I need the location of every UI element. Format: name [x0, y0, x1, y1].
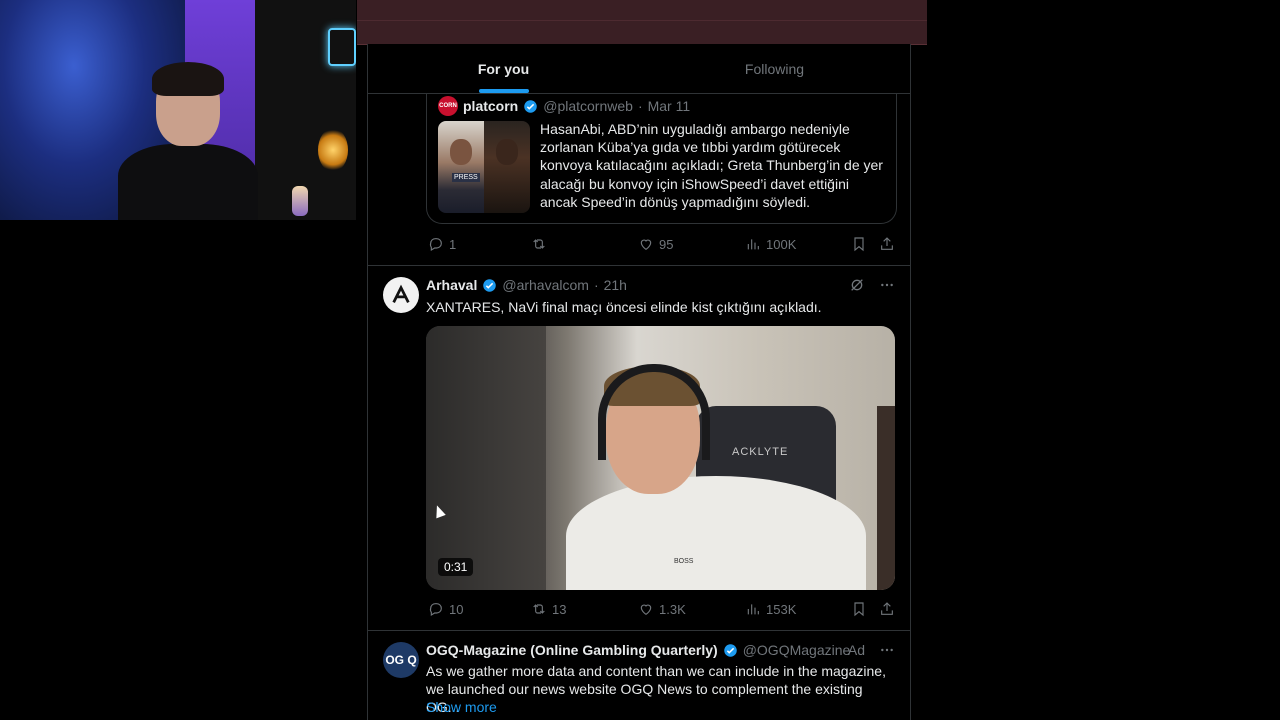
reply-count: 10	[449, 601, 464, 617]
more-options-icon[interactable]	[879, 642, 895, 658]
verified-badge-icon	[524, 99, 537, 113]
reply-icon	[429, 238, 442, 252]
arhaval-logo-icon	[392, 284, 410, 303]
tweet-header-actions	[849, 277, 895, 293]
like-button[interactable]: 95	[638, 236, 673, 252]
webcam-lamp	[318, 128, 348, 172]
like-button[interactable]: 1.3K	[638, 601, 686, 617]
avatar[interactable]: OG Q	[383, 642, 419, 678]
show-more-link[interactable]: Show more	[426, 699, 497, 715]
tab-for-you[interactable]: For you	[368, 44, 639, 93]
tweet-quote-platcorn[interactable]: CORN platcorn @platcornweb · Mar 11 PRES…	[368, 93, 910, 266]
tweet-actions: 10 13 1.3K 153K	[426, 601, 895, 621]
view-count: 153K	[766, 601, 797, 617]
repost-count: 13	[552, 601, 567, 617]
author-name[interactable]: OGQ-Magazine (Online Gambling Quarterly)	[426, 642, 718, 658]
repost-icon	[533, 604, 545, 614]
tweet-actions: 1 95 100K	[426, 236, 895, 256]
avatar[interactable]: CORN	[438, 96, 458, 116]
bookmark-button[interactable]	[851, 601, 867, 617]
tweet-header-actions: Ad	[848, 642, 895, 658]
verified-badge-icon	[723, 643, 737, 657]
timeline-tabs: For you Following	[368, 44, 910, 94]
author-handle[interactable]: @platcornweb	[543, 98, 633, 114]
reply-count: 1	[449, 236, 457, 252]
webcam-neon-sign	[328, 28, 356, 66]
webcam-overlay	[0, 0, 356, 220]
avatar[interactable]	[383, 277, 419, 313]
bookmark-icon	[854, 602, 864, 617]
repost-button[interactable]: 13	[531, 601, 566, 617]
tweet-time[interactable]: 21h	[604, 277, 627, 293]
share-button[interactable]	[879, 601, 895, 617]
more-options-icon[interactable]	[879, 277, 895, 293]
views-button[interactable]: 100K	[745, 236, 796, 252]
reply-button[interactable]: 10	[428, 601, 463, 617]
press-badge: PRESS	[452, 173, 480, 182]
repost-icon	[533, 239, 545, 249]
views-button[interactable]: 153K	[745, 601, 796, 617]
view-count: 100K	[766, 236, 797, 252]
like-count: 1.3K	[659, 601, 686, 617]
views-chart-icon	[747, 604, 759, 615]
bookmark-button[interactable]	[851, 236, 867, 252]
like-count: 95	[659, 236, 674, 252]
tweet-text: XANTARES, NaVi final maçı öncesi elinde …	[426, 299, 822, 315]
bookmark-icon	[854, 237, 864, 252]
reply-icon	[429, 603, 442, 617]
quoted-tweet-header: CORN platcorn @platcornweb · Mar 11	[438, 96, 690, 116]
tweet-arhaval[interactable]: Arhaval @arhavalcom · 21h XANTARES, NaVi…	[368, 265, 910, 631]
share-icon	[881, 237, 893, 250]
shirt-logo-text: BOSS	[674, 558, 694, 565]
tweet-video[interactable]: ACKLYTE BOSS 0:31	[426, 326, 895, 590]
tweet-ad-ogq[interactable]: OG Q OGQ-Magazine (Online Gambling Quart…	[368, 630, 910, 720]
quoted-tweet-text: HasanAbi, ABD’nin uyguladığı ambargo ned…	[540, 121, 883, 210]
ad-label: Ad	[847, 642, 865, 658]
share-button[interactable]	[879, 236, 895, 252]
author-handle[interactable]: @arhavalcom	[502, 277, 589, 293]
share-icon	[881, 602, 893, 615]
author-name[interactable]: platcorn	[463, 98, 518, 114]
separator-dot: ·	[637, 98, 643, 114]
author-name[interactable]: Arhaval	[426, 277, 477, 293]
chair-brand-text: ACKLYTE	[732, 446, 789, 458]
tweet-header: Arhaval @arhavalcom · 21h	[426, 277, 627, 293]
reply-button[interactable]: 1	[428, 236, 456, 252]
verified-badge-icon	[483, 278, 497, 292]
author-handle[interactable]: @OGQMagazine	[743, 642, 851, 658]
heart-icon	[640, 239, 652, 251]
quoted-tweet-thumbnail[interactable]: PRESS	[438, 121, 530, 213]
browser-top-bar	[357, 0, 927, 45]
heart-icon	[640, 604, 652, 616]
separator-dot: ·	[593, 277, 599, 293]
quoted-tweet[interactable]: CORN platcorn @platcornweb · Mar 11 PRES…	[426, 93, 897, 224]
shirt	[566, 476, 866, 590]
timeline-feed[interactable]: For you Following CORN platcorn @platcor…	[367, 44, 911, 720]
tweet-date[interactable]: Mar 11	[648, 98, 691, 114]
tab-following[interactable]: Following	[639, 44, 910, 93]
video-duration: 0:31	[438, 558, 474, 576]
webcam-streamer	[118, 62, 258, 220]
grok-icon[interactable]	[849, 277, 865, 293]
repost-button[interactable]	[531, 236, 552, 252]
views-chart-icon	[747, 239, 759, 250]
webcam-figurine	[292, 186, 308, 216]
tweet-header: OGQ-Magazine (Online Gambling Quarterly)…	[426, 642, 850, 658]
